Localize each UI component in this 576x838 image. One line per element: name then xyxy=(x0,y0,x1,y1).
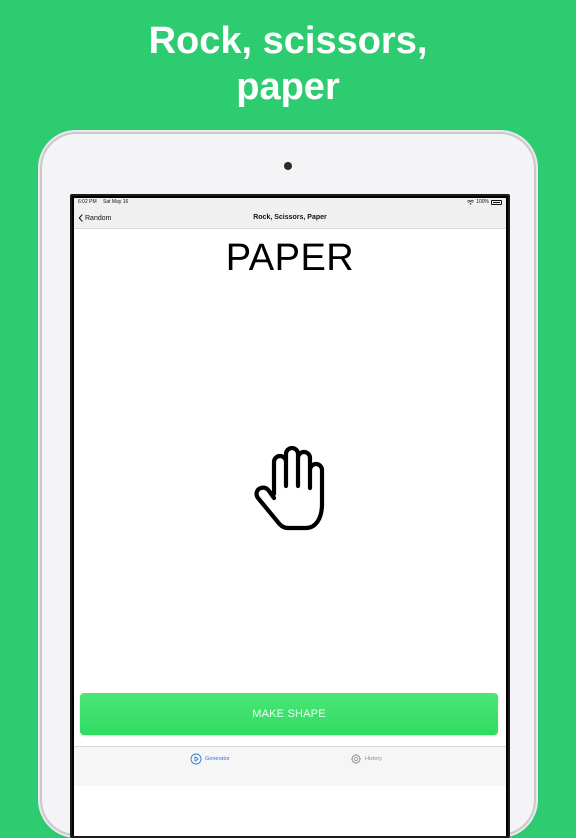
navigation-bar: Random Rock, Scissors, Paper xyxy=(74,207,506,229)
chevron-left-icon xyxy=(78,214,83,222)
app-screen: 6:02 PM Sat May 16 100% Random Rock, Sci… xyxy=(74,198,506,836)
ipad-device-frame: 6:02 PM Sat May 16 100% Random Rock, Sci… xyxy=(42,134,534,838)
tab-bar: Generator History xyxy=(74,746,506,786)
front-camera xyxy=(284,162,292,170)
result-shape-label: PAPER xyxy=(225,237,355,279)
promo-headline: Rock, scissors, paper xyxy=(0,18,576,110)
play-circle-icon xyxy=(190,753,202,765)
tab-history-label: History xyxy=(365,756,383,762)
battery-percent: 100% xyxy=(476,199,489,205)
hand-paper-icon xyxy=(254,446,325,531)
promo-headline-line-2: paper xyxy=(236,66,340,108)
make-shape-button[interactable]: MAKE SHAPE xyxy=(80,693,498,735)
gear-icon xyxy=(351,753,361,765)
tab-generator[interactable]: Generator xyxy=(190,747,230,771)
tab-generator-label: Generator xyxy=(205,756,230,762)
device-screen: 6:02 PM Sat May 16 100% Random Rock, Sci… xyxy=(70,194,510,838)
status-bar: 6:02 PM Sat May 16 100% xyxy=(74,198,506,207)
back-button-label: Random xyxy=(85,214,112,222)
back-button[interactable]: Random xyxy=(78,207,111,229)
wifi-icon xyxy=(467,200,475,205)
battery-icon xyxy=(491,200,502,205)
nav-title: Rock, Scissors, Paper xyxy=(253,214,327,221)
status-left: 6:02 PM Sat May 16 xyxy=(78,198,128,207)
status-right: 100% xyxy=(467,198,502,207)
status-date: Sat May 16 xyxy=(103,199,129,205)
promo-headline-line-1: Rock, scissors, xyxy=(148,20,428,62)
tab-history[interactable]: History xyxy=(350,747,382,771)
status-time: 6:02 PM xyxy=(78,199,97,205)
